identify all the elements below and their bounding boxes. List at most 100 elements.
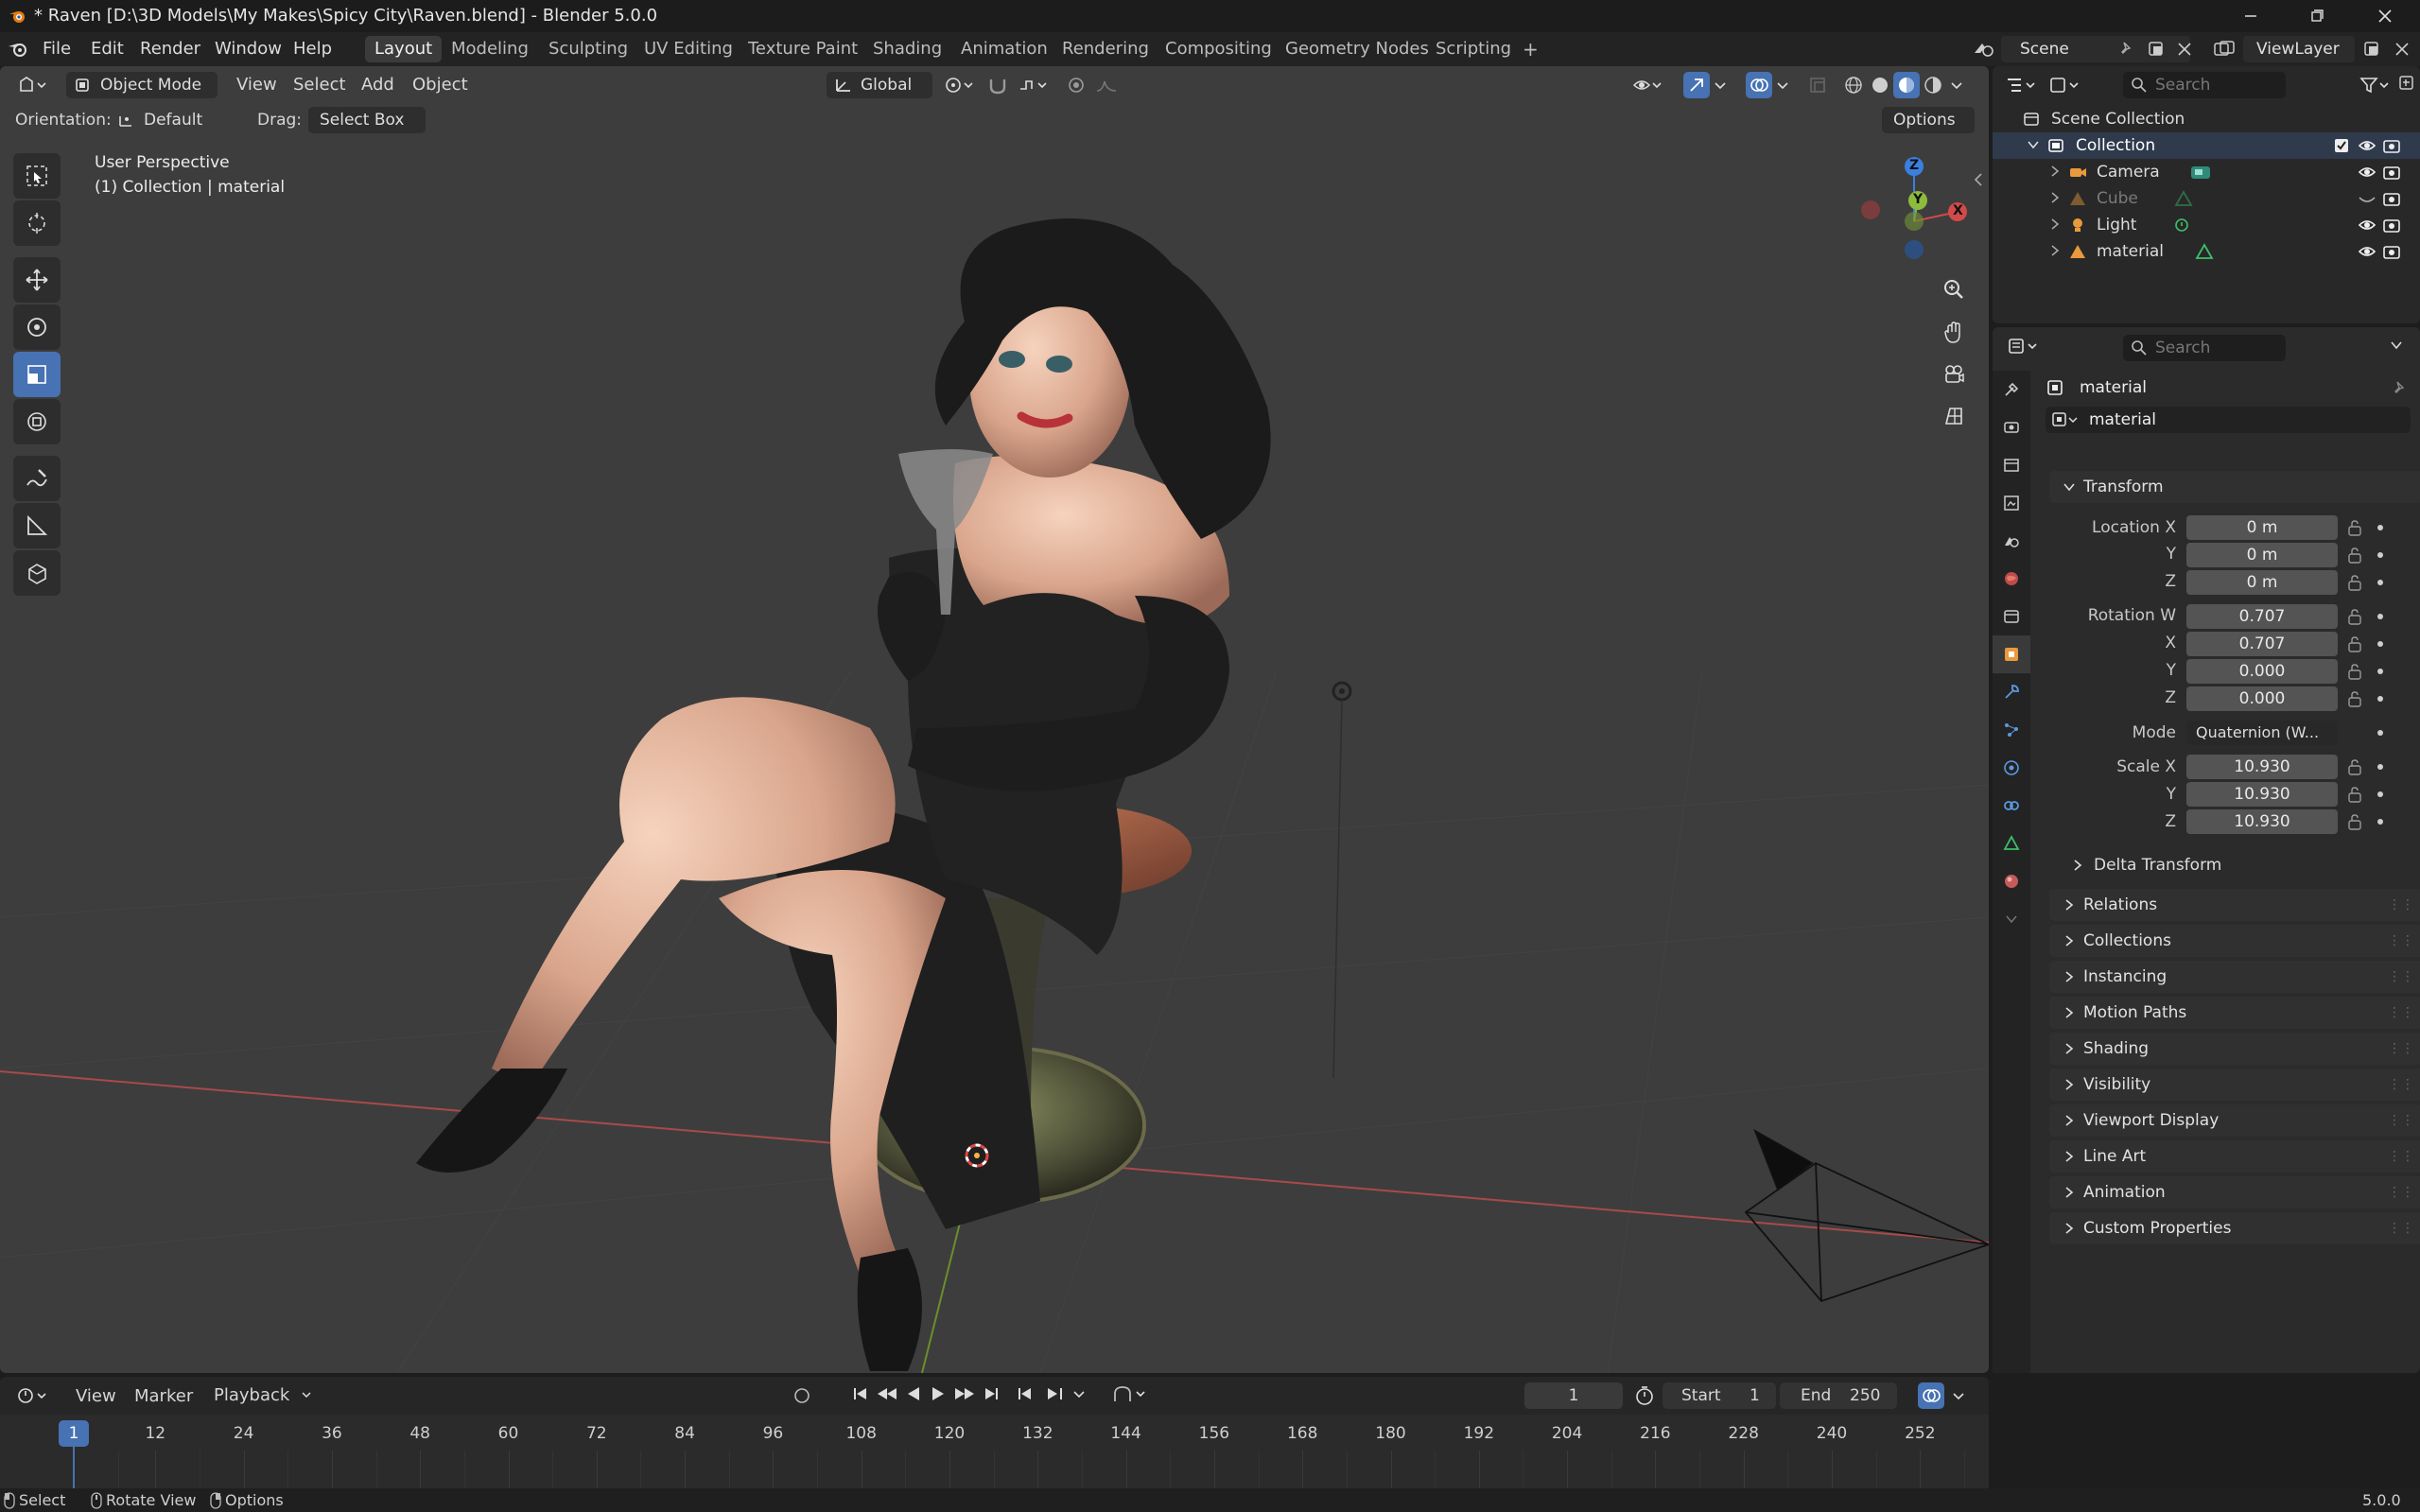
- viewport-menu-object[interactable]: Object: [412, 75, 468, 95]
- ortho-grid-icon[interactable]: [1935, 397, 1973, 435]
- visibility-selector-icon[interactable]: [1632, 76, 1664, 95]
- keyframe-dot-icon[interactable]: [2377, 641, 2383, 647]
- panel-relations[interactable]: Relations ⋮⋮: [2049, 889, 2420, 921]
- tab-rendering[interactable]: Rendering: [1053, 36, 1158, 62]
- render-camera-icon[interactable]: [2382, 137, 2401, 154]
- editor-type-icon[interactable]: [17, 76, 49, 95]
- viewport-menu-select[interactable]: Select: [293, 75, 346, 95]
- timeline-ruler[interactable]: 12 24 36 48 60 72 84 96 108 120 132 144 156 168 180 192…: [0, 1415, 1989, 1488]
- chevron-down-icon[interactable]: [2390, 339, 2403, 352]
- character-raven[interactable]: [416, 218, 1271, 1371]
- keyframe-dot-icon[interactable]: [2377, 552, 2383, 558]
- outliner-item-material[interactable]: material: [1993, 238, 2420, 265]
- drag-handle-icon[interactable]: ⋮⋮: [2388, 1113, 2414, 1128]
- timeline-menu-view[interactable]: View: [76, 1386, 116, 1406]
- tab-world[interactable]: [1993, 560, 2030, 598]
- keyframe-dot-icon[interactable]: [2377, 696, 2383, 702]
- 3d-viewport[interactable]: Object Mode View Select Add Object Globa…: [0, 66, 1989, 1373]
- lock-icon[interactable]: [2347, 547, 2362, 564]
- object-data-light-icon[interactable]: [2172, 217, 2191, 234]
- lock-icon[interactable]: [2347, 519, 2362, 536]
- timeline-editor-icon[interactable]: [17, 1386, 49, 1405]
- auto-keying-icon[interactable]: [1112, 1384, 1148, 1405]
- panel-line-art[interactable]: Line Art ⋮⋮: [2049, 1140, 2420, 1173]
- render-camera-icon[interactable]: [2382, 217, 2401, 234]
- viewport-menu-view[interactable]: View: [236, 75, 277, 95]
- shading-dropdown-icon[interactable]: [1950, 76, 1963, 95]
- keyframe-dot-icon[interactable]: [2377, 791, 2383, 797]
- menu-help[interactable]: Help: [293, 39, 332, 59]
- play-reverse-icon[interactable]: [904, 1384, 923, 1403]
- measure-tool[interactable]: [13, 503, 61, 548]
- panel-custom-properties[interactable]: Custom Properties ⋮⋮: [2049, 1212, 2420, 1244]
- eye-closed-icon[interactable]: [2358, 190, 2376, 207]
- shading-material-icon[interactable]: [1893, 72, 1920, 98]
- chevron-right-icon[interactable]: [2049, 192, 2061, 203]
- object-data-mesh-icon[interactable]: [2195, 243, 2214, 260]
- menu-render[interactable]: Render: [140, 39, 200, 59]
- pan-hand-icon[interactable]: [1935, 314, 1973, 352]
- tab-compositing[interactable]: Compositing: [1156, 36, 1281, 62]
- tab-modifiers[interactable]: [1993, 673, 2030, 711]
- exclude-checkbox-icon[interactable]: [2333, 137, 2350, 154]
- transform-panel-header[interactable]: Transform: [2049, 471, 2420, 503]
- jump-start-icon[interactable]: [851, 1384, 870, 1403]
- outliner-scene-collection-row[interactable]: Scene Collection: [1993, 106, 2420, 132]
- drag-handle-icon[interactable]: ⋮⋮: [2388, 1005, 2414, 1020]
- outliner-collection-row[interactable]: Collection: [1993, 132, 2420, 159]
- tab-animation[interactable]: Animation: [951, 36, 1057, 62]
- scale-tool[interactable]: [13, 352, 61, 397]
- panel-collections[interactable]: Collections ⋮⋮: [2049, 925, 2420, 957]
- close-button[interactable]: [2357, 0, 2413, 32]
- maximize-button[interactable]: [2289, 0, 2345, 32]
- eye-icon[interactable]: [2358, 243, 2376, 260]
- tab-shading[interactable]: Shading: [863, 36, 951, 62]
- drag-dropdown[interactable]: Select Box: [308, 107, 426, 133]
- outliner-editor-icon[interactable]: [2006, 76, 2038, 95]
- drag-handle-icon[interactable]: ⋮⋮: [2388, 1077, 2414, 1092]
- move-tool[interactable]: [13, 257, 61, 303]
- tab-texture-paint[interactable]: Texture Paint: [739, 36, 867, 62]
- rotation-y-field[interactable]: 0.000: [2186, 659, 2338, 684]
- start-frame-field[interactable]: Start 1: [1663, 1382, 1776, 1409]
- location-z-field[interactable]: 0 m: [2186, 570, 2338, 595]
- tab-output[interactable]: [1993, 446, 2030, 484]
- viewport-scene[interactable]: [0, 66, 1989, 1373]
- keyframe-dot-icon[interactable]: [2377, 614, 2383, 619]
- scale-x-field[interactable]: 10.930: [2186, 755, 2338, 779]
- menu-window[interactable]: Window: [215, 39, 282, 59]
- tab-uv-editing[interactable]: UV Editing: [635, 36, 742, 62]
- panel-instancing[interactable]: Instancing ⋮⋮: [2049, 961, 2420, 993]
- render-camera-icon[interactable]: [2382, 243, 2401, 260]
- keyframe-dot-icon[interactable]: [2377, 764, 2383, 770]
- proportional-edit-icon[interactable]: [1067, 76, 1086, 95]
- lock-icon[interactable]: [2347, 635, 2362, 652]
- keyframe-dot-icon[interactable]: [2377, 525, 2383, 530]
- rotation-z-field[interactable]: 0.000: [2186, 686, 2338, 711]
- rotate-tool[interactable]: [13, 304, 61, 350]
- pin-icon[interactable]: [2392, 380, 2409, 397]
- minimize-button[interactable]: [2222, 0, 2279, 32]
- gizmo-toggle-icon[interactable]: [1683, 72, 1710, 98]
- shading-solid-icon[interactable]: [1871, 76, 1889, 95]
- camera-view-icon[interactable]: [1935, 356, 1973, 393]
- panel-shading[interactable]: Shading ⋮⋮: [2049, 1033, 2420, 1065]
- viewport-menu-add[interactable]: Add: [361, 75, 394, 95]
- rotation-mode-dropdown[interactable]: Quaternion (W...: [2186, 721, 2338, 745]
- drag-handle-icon[interactable]: ⋮⋮: [2388, 969, 2414, 984]
- lock-icon[interactable]: [2347, 813, 2362, 830]
- scene-icon[interactable]: [1973, 40, 1997, 59]
- drag-handle-icon[interactable]: ⋮⋮: [2388, 1149, 2414, 1164]
- new-view-layer-icon[interactable]: [2362, 40, 2381, 59]
- properties-search-input[interactable]: Search: [2123, 335, 2286, 361]
- eye-icon[interactable]: [2358, 217, 2376, 234]
- tab-geometry-nodes[interactable]: Geometry Nodes: [1276, 36, 1438, 62]
- eye-icon[interactable]: [2358, 137, 2376, 154]
- tab-scene[interactable]: [1993, 522, 2030, 560]
- timeline-overlay-icon[interactable]: [1918, 1382, 1944, 1409]
- record-button[interactable]: [792, 1386, 811, 1405]
- mode-selector[interactable]: Object Mode: [66, 72, 218, 98]
- prev-keyframe-icon[interactable]: [876, 1384, 898, 1403]
- outliner-item-light[interactable]: Light: [1993, 212, 2420, 238]
- add-workspace-button[interactable]: +: [1513, 36, 1548, 62]
